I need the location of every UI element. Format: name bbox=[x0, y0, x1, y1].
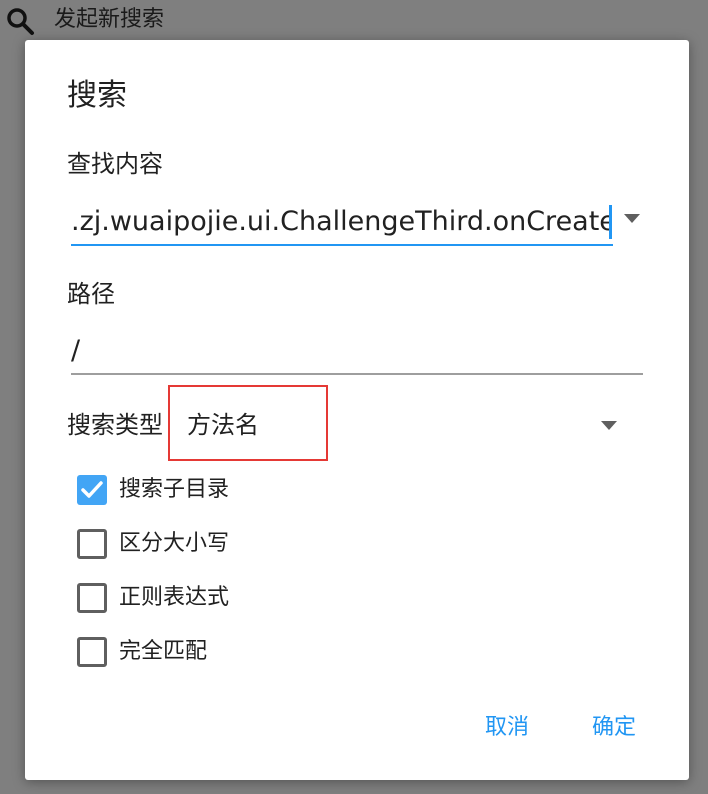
search-type-dropdown-icon[interactable] bbox=[601, 421, 617, 430]
checkmark-icon bbox=[81, 481, 103, 498]
find-input[interactable]: .zj.wuaipojie.ui.ChallengeThird.onCreate bbox=[71, 198, 613, 246]
option-label-subdirectories: 搜索子目录 bbox=[119, 477, 230, 502]
option-label-case-sensitive: 区分大小写 bbox=[119, 531, 230, 556]
search-icon[interactable] bbox=[4, 6, 38, 36]
find-input-underline bbox=[71, 244, 613, 246]
search-dialog: 搜索 查找内容 .zj.wuaipojie.ui.ChallengeThird.… bbox=[25, 40, 689, 780]
path-input-value: / bbox=[71, 335, 81, 366]
option-row-case-sensitive[interactable]: 区分大小写 bbox=[77, 526, 377, 562]
text-caret bbox=[609, 205, 612, 239]
find-input-value: .zj.wuaipojie.ui.ChallengeThird.onCreate bbox=[71, 206, 609, 237]
path-label: 路径 bbox=[67, 280, 115, 308]
top-bar: 发起新搜索 bbox=[0, 0, 708, 42]
dialog-title: 搜索 bbox=[67, 78, 127, 113]
option-row-regex[interactable]: 正则表达式 bbox=[77, 580, 377, 616]
search-type-label: 搜索类型 bbox=[67, 411, 163, 439]
highlight-box bbox=[168, 385, 328, 461]
find-history-dropdown-icon[interactable] bbox=[624, 214, 640, 223]
checkbox-subdirectories[interactable] bbox=[77, 475, 107, 505]
checkbox-case-sensitive[interactable] bbox=[77, 529, 107, 559]
checkbox-exact-match[interactable] bbox=[77, 637, 107, 667]
path-input-underline bbox=[71, 373, 643, 375]
option-row-subdirectories[interactable]: 搜索子目录 bbox=[77, 472, 377, 508]
ok-button[interactable]: 确定 bbox=[592, 712, 636, 744]
option-row-exact-match[interactable]: 完全匹配 bbox=[77, 634, 377, 670]
cancel-button[interactable]: 取消 bbox=[485, 712, 529, 744]
checkbox-regex[interactable] bbox=[77, 583, 107, 613]
option-label-exact-match: 完全匹配 bbox=[119, 639, 208, 664]
topbar-title: 发起新搜索 bbox=[54, 7, 165, 32]
option-label-regex: 正则表达式 bbox=[119, 585, 230, 610]
path-input[interactable]: / bbox=[71, 327, 643, 375]
find-label: 查找内容 bbox=[67, 150, 163, 178]
